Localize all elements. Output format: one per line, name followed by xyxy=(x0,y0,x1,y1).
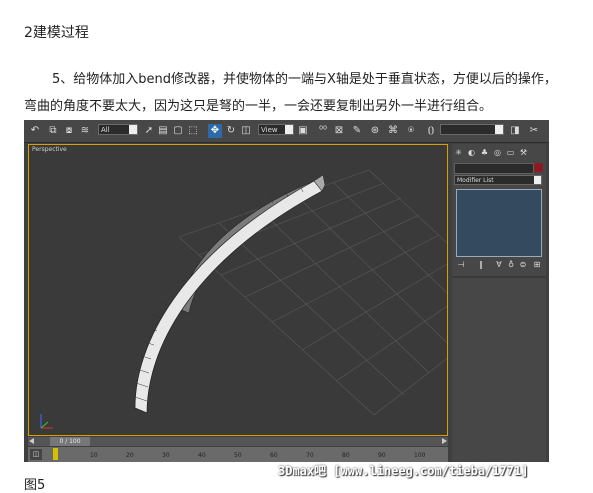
spinner-snap-icon[interactable]: ⊛ xyxy=(368,124,382,138)
object-name-field[interactable] xyxy=(454,163,534,174)
track-tick: 50 xyxy=(234,452,242,459)
select-by-name-icon[interactable]: ▤ xyxy=(156,124,170,138)
figure-caption: 图5 xyxy=(24,478,46,493)
motion-tab-icon[interactable]: ◎ xyxy=(493,148,502,157)
instruction-paragraph: 5、给物体加入bend修改器，并使物体的一端与X轴是处于垂直状态，方便以后的操作… xyxy=(24,66,590,120)
time-slider[interactable]: 0 / 100 xyxy=(28,437,448,446)
configure-sets-icon[interactable]: ⊜ xyxy=(518,260,528,270)
snap-icon[interactable]: ⁰⁰ xyxy=(316,124,330,138)
mini-curve-editor-icon[interactable]: ◫ xyxy=(30,449,42,460)
scene-render xyxy=(134,169,447,416)
reference-coord-dropdown[interactable]: View xyxy=(258,124,294,135)
display-tab-icon[interactable]: ▭ xyxy=(506,148,515,157)
show-end-result-icon[interactable]: ‖ xyxy=(476,260,486,270)
stack-buttons: ⊣ ‖ ∀ ♁ ⊜ ⊞ xyxy=(456,260,542,272)
panel-divider xyxy=(452,276,546,278)
bind-icon[interactable]: ≋ xyxy=(78,124,92,138)
align-icon[interactable]: ⍟ xyxy=(404,124,418,138)
unlink-icon[interactable]: ⧇ xyxy=(62,124,76,138)
track-tick: 80 xyxy=(342,452,350,459)
track-tick: 90 xyxy=(378,452,386,459)
modify-tab-icon[interactable]: ◐ xyxy=(467,148,476,157)
perspective-viewport[interactable]: Perspective xyxy=(28,144,448,436)
select-icon[interactable]: ➚ xyxy=(142,124,156,138)
rect-region-icon[interactable]: ▢ xyxy=(171,124,185,138)
configure-modifier-icon[interactable]: ⊞ xyxy=(532,260,542,270)
named-selection-dropdown[interactable] xyxy=(440,124,504,135)
track-tick: 60 xyxy=(270,452,278,459)
track-tick: 10 xyxy=(90,452,98,459)
utilities-tab-icon[interactable]: ⚒ xyxy=(519,148,528,157)
rotate-icon[interactable]: ↻ xyxy=(224,124,238,138)
pin-stack-icon[interactable]: ⊣ xyxy=(456,260,466,270)
track-tick: 20 xyxy=(126,452,134,459)
percent-snap-icon[interactable]: ✎ xyxy=(350,124,364,138)
track-tick: 30 xyxy=(162,452,170,459)
track-tick: 40 xyxy=(198,452,206,459)
modifier-list-dropdown[interactable]: Modifier List xyxy=(454,175,542,185)
track-tick: 70 xyxy=(306,452,314,459)
bend-object-front xyxy=(134,180,323,414)
modifier-stack[interactable] xyxy=(456,189,542,257)
axis-tripod-icon xyxy=(40,414,53,429)
track-bar[interactable]: ◫ 10 20 30 40 50 60 70 80 90 100 xyxy=(28,447,448,462)
command-panel: ✳ ◐ ♣ ◎ ▭ ⚒ Modifier List ⊣ ‖ ∀ ♁ ⊜ ⊞ xyxy=(452,144,546,462)
make-unique-icon[interactable]: ∀ xyxy=(494,260,504,270)
time-prev-icon[interactable] xyxy=(29,438,34,444)
link-icon[interactable]: ⧉ xyxy=(46,124,60,138)
scale-icon[interactable]: ◫ xyxy=(239,124,253,138)
window-crossing-icon[interactable]: ⬚ xyxy=(186,124,200,138)
time-slider-thumb[interactable]: 0 / 100 xyxy=(50,437,90,446)
object-color-swatch[interactable] xyxy=(534,163,543,172)
time-next-icon[interactable] xyxy=(442,438,447,444)
main-toolbar: ↶ ⧉ ⧇ ≋ All ➚ ▤ ▢ ⬚ ✥ ↻ ◫ View ▣ ⁰⁰ ⊠ ✎ … xyxy=(24,120,549,143)
quick-align-icon[interactable]: ⦅⦆ xyxy=(424,124,438,138)
render-icon[interactable]: ◨ xyxy=(508,124,522,138)
section-heading: 2建模过程 xyxy=(24,25,89,41)
quick-render-icon[interactable]: ✂ xyxy=(527,124,541,138)
paragraph-line-1: 5、给物体加入bend修改器，并使物体的一端与X轴是处于垂直状态，方便以后的操作… xyxy=(52,72,557,87)
current-frame-marker xyxy=(53,448,58,460)
home-grid xyxy=(178,169,447,416)
create-tab-icon[interactable]: ✳ xyxy=(454,148,463,157)
track-tick: 100 xyxy=(414,452,426,459)
watermark: 3Dmax吧 [www.lineeg.com/tieba/1771] xyxy=(278,464,529,478)
pivot-icon[interactable]: ▣ xyxy=(296,124,310,138)
hierarchy-tab-icon[interactable]: ♣ xyxy=(480,148,489,157)
angle-snap-icon[interactable]: ⊠ xyxy=(332,124,346,138)
max-application-window: ↶ ⧉ ⧇ ≋ All ➚ ▤ ▢ ⬚ ✥ ↻ ◫ View ▣ ⁰⁰ ⊠ ✎ … xyxy=(24,120,549,462)
move-icon[interactable]: ✥ xyxy=(208,124,222,138)
undo-icon[interactable]: ↶ xyxy=(28,124,42,138)
command-panel-tabs: ✳ ◐ ♣ ◎ ▭ ⚒ xyxy=(454,146,544,160)
selection-filter-dropdown[interactable]: All xyxy=(98,124,138,135)
paragraph-line-2: 弯曲的角度不要太大，因为这只是弩的一半，一会还要复制出另外一半进行组合。 xyxy=(24,99,493,114)
remove-modifier-icon[interactable]: ♁ xyxy=(506,260,516,270)
mirror-icon[interactable]: ⌘ xyxy=(386,124,400,138)
